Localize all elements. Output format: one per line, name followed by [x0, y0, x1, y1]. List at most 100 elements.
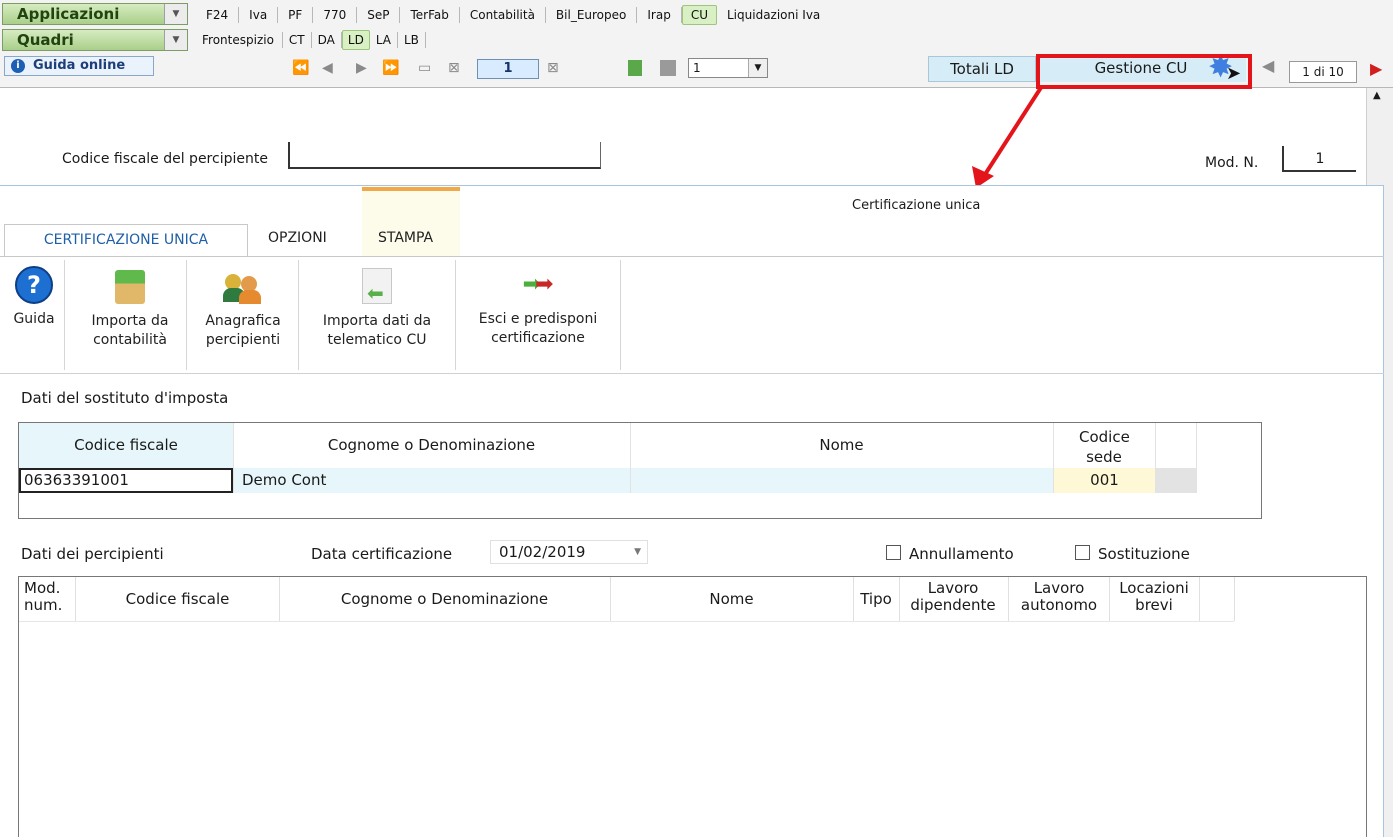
add-copy-icon[interactable]: [628, 60, 642, 76]
tab-da[interactable]: DA: [312, 32, 342, 48]
highlight-box: [1036, 54, 1252, 89]
next-record-icon[interactable]: ▶: [1370, 59, 1382, 78]
tab-opzioni[interactable]: OPZIONI: [268, 230, 327, 246]
prev-page-icon[interactable]: ◀: [322, 61, 333, 75]
annullamento-checkbox[interactable]: Annullamento: [886, 545, 1014, 563]
scroll-up-icon[interactable]: ▲: [1373, 90, 1381, 101]
page-number-field[interactable]: 1: [477, 59, 539, 79]
stampa-tab-highlight: [362, 187, 460, 257]
help-icon: ?: [15, 266, 53, 304]
col-locazioni-brevi-label: Locazioni brevi: [1119, 579, 1189, 614]
grid-line: [279, 577, 280, 621]
checkbox-box[interactable]: [1075, 545, 1090, 560]
prev-record-icon[interactable]: ◀: [1262, 58, 1274, 74]
grid-line: [19, 621, 1234, 622]
record-pager[interactable]: 1 di 10: [1289, 61, 1357, 83]
tab-bil-europeo[interactable]: Bil_Europeo: [546, 7, 638, 23]
col-mod-num: Mod. num.: [24, 580, 64, 614]
tab-sep[interactable]: SeP: [357, 7, 401, 23]
tab-irap[interactable]: Irap: [637, 7, 682, 23]
ribbon-separator: [620, 260, 621, 370]
grid-line: [1234, 577, 1235, 621]
tab-770[interactable]: 770: [313, 7, 358, 23]
guida-online-label: Guida online: [33, 58, 126, 73]
col-nome: Nome: [819, 436, 864, 454]
sostituzione-checkbox[interactable]: Sostituzione: [1075, 545, 1190, 563]
grid-line: [1199, 577, 1200, 621]
guida-button[interactable]: ? Guida: [8, 262, 60, 329]
applicazioni-combo[interactable]: Applicazioni ▼: [2, 3, 188, 25]
last-page-icon[interactable]: ⏩: [382, 61, 399, 75]
cf-percipiente-input[interactable]: [288, 142, 601, 169]
remove-copy-icon[interactable]: [660, 60, 676, 76]
col-mod-num-label: Mod. num.: [24, 579, 63, 614]
chevron-down-icon[interactable]: ▼: [748, 59, 767, 77]
cell-codice-fiscale[interactable]: 06363391001: [19, 468, 233, 493]
quadri-combo[interactable]: Quadri ▼: [2, 29, 188, 51]
grid-line: [1196, 423, 1197, 493]
quadri-bar: Quadri ▼ Frontespizio CT DA LD LA LB: [0, 28, 1393, 52]
data-certificazione-field[interactable]: 01/02/2019 ▼: [490, 540, 648, 564]
tab-lb[interactable]: LB: [398, 32, 426, 48]
tab-liquidazioni-iva[interactable]: Liquidazioni Iva: [717, 7, 830, 23]
anagrafica-label-2: percipienti: [205, 332, 281, 348]
mod-n-label: Mod. N.: [1205, 155, 1259, 171]
people-icon: [223, 270, 263, 304]
tab-pf[interactable]: PF: [278, 7, 314, 23]
goto-page-icon[interactable]: ⊠: [547, 61, 559, 75]
cell-codice-sede[interactable]: 001: [1054, 468, 1155, 493]
grid-line: [610, 577, 611, 621]
col-lavoro-dipendente: Lavoro dipendente: [899, 580, 1007, 614]
importa-telematico-label-1: Importa dati da: [322, 313, 432, 329]
cell-nome[interactable]: [631, 468, 1053, 493]
tab-la[interactable]: LA: [370, 32, 398, 48]
first-page-icon[interactable]: ⏪: [292, 61, 309, 75]
annullamento-label: Annullamento: [909, 545, 1014, 563]
cf-percipiente-label: Codice fiscale del percipiente: [62, 151, 268, 167]
tab-f24[interactable]: F24: [196, 7, 240, 23]
col-lavoro-autonomo: Lavoro autonomo: [1009, 580, 1109, 614]
annotation-arrow: [972, 84, 1044, 188]
importa-telematico-button[interactable]: ⬅ Importa dati da telematico CU: [302, 262, 452, 350]
chevron-down-icon[interactable]: ▼: [634, 541, 641, 563]
importa-telematico-label-2: telematico CU: [327, 332, 427, 348]
tab-frontespizio[interactable]: Frontespizio: [194, 32, 283, 48]
anagrafica-percipienti-button[interactable]: Anagrafica percipienti: [192, 262, 294, 350]
grid-line: [853, 577, 854, 621]
col-lavoro-autonomo-label: Lavoro autonomo: [1020, 579, 1098, 614]
ribbon-separator: [455, 260, 456, 370]
tab-certificazione-unica[interactable]: CERTIFICAZIONE UNICA: [4, 224, 248, 257]
ribbon-separator: [64, 260, 65, 370]
chevron-down-icon[interactable]: ▼: [164, 4, 187, 24]
tab-ld[interactable]: LD: [341, 30, 370, 50]
tab-stampa[interactable]: STAMPA: [378, 230, 433, 246]
tab-terfab[interactable]: TerFab: [400, 7, 460, 23]
tab-ct[interactable]: CT: [283, 32, 312, 48]
sostituto-section-label: Dati del sostituto d'imposta: [21, 389, 229, 407]
tab-cu[interactable]: CU: [681, 5, 717, 25]
chevron-down-icon[interactable]: ▼: [164, 30, 187, 50]
esci-predisponi-button[interactable]: ➡➡ Esci e predisponi certificazione: [460, 262, 616, 348]
col-codice-sede-label: Codice sede: [1079, 428, 1130, 466]
grid-line: [75, 577, 76, 621]
delete-page-icon[interactable]: ⊠: [448, 61, 460, 75]
copy-select[interactable]: 1 ▼: [688, 58, 768, 78]
dialog-title: Certificazione unica: [852, 198, 981, 213]
tab-contabilita[interactable]: Contabilità: [460, 7, 546, 23]
new-page-icon[interactable]: ▭: [418, 61, 431, 75]
quadri-label: Quadri: [17, 31, 74, 49]
importa-contabilita-label-1: Importa da: [91, 313, 169, 329]
col-codice-fiscale: Codice fiscale: [74, 436, 178, 454]
guida-label: Guida: [13, 311, 55, 327]
checkbox-box[interactable]: [886, 545, 901, 560]
next-page-icon[interactable]: ▶: [356, 61, 367, 75]
importa-contabilita-button[interactable]: Importa da contabilità: [78, 262, 182, 350]
grid-line: [1008, 577, 1009, 621]
cell-cognome[interactable]: Demo Cont: [234, 468, 630, 493]
applicazioni-label: Applicazioni: [17, 5, 120, 23]
tab-iva[interactable]: Iva: [239, 7, 279, 23]
mod-n-input[interactable]: 1: [1282, 146, 1356, 172]
totali-ld-button[interactable]: Totali LD: [928, 56, 1036, 82]
guida-online-button[interactable]: i Guida online: [4, 56, 154, 76]
col-codice-sede: Codice sede: [1053, 423, 1155, 468]
